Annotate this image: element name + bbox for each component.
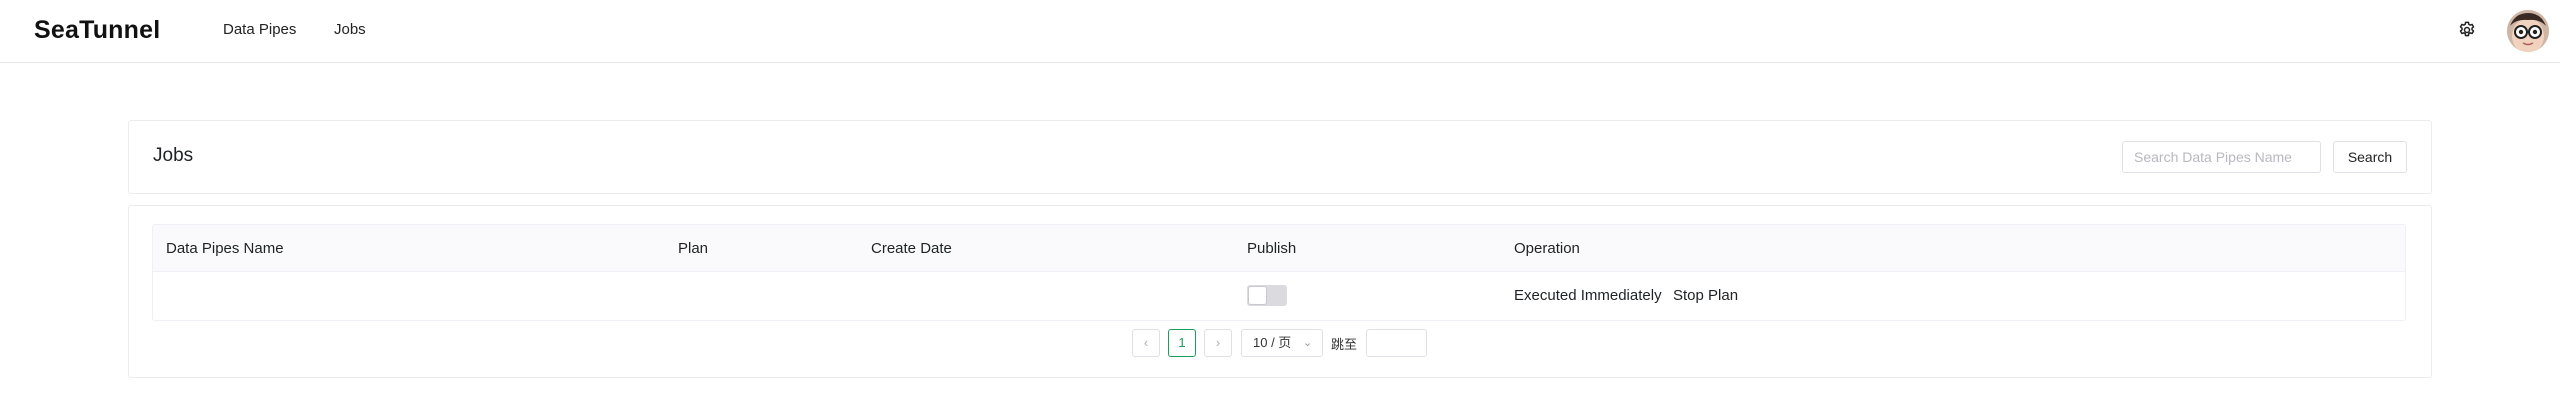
page-number-1[interactable]: 1 xyxy=(1168,329,1196,357)
jobs-header-card: Jobs xyxy=(128,120,2432,194)
search-button[interactable]: Search xyxy=(2333,141,2407,173)
page-size-select[interactable]: 10 / 页 ⌄ xyxy=(1241,329,1323,357)
column-header-publish: Publish xyxy=(1247,240,1297,257)
prev-page-button[interactable]: ‹ xyxy=(1132,329,1160,357)
search-input[interactable] xyxy=(2122,141,2321,173)
chevron-down-icon: ⌄ xyxy=(1303,337,1313,349)
jobs-table: Data Pipes Name Plan Create Date Publish… xyxy=(152,224,2406,321)
column-header-plan: Plan xyxy=(678,240,709,257)
page-title: Jobs xyxy=(153,145,194,166)
column-header-name: Data Pipes Name xyxy=(166,240,284,257)
table-header: Data Pipes Name Plan Create Date Publish… xyxy=(153,225,2405,272)
avatar[interactable] xyxy=(2507,10,2549,52)
column-header-operation: Operation xyxy=(1514,240,1580,257)
execute-immediately-link[interactable]: Executed Immediately xyxy=(1514,287,1662,304)
stop-plan-link[interactable]: Stop Plan xyxy=(1673,287,1738,304)
app-logo[interactable]: SeaTunnel xyxy=(34,16,160,45)
publish-toggle[interactable] xyxy=(1247,285,1287,306)
gear-icon[interactable] xyxy=(2457,20,2477,40)
toggle-knob xyxy=(1248,286,1267,305)
top-navbar: SeaTunnel Data Pipes Jobs xyxy=(0,0,2560,63)
next-page-button[interactable]: › xyxy=(1204,329,1232,357)
table-row: Executed Immediately Stop Plan xyxy=(153,272,2405,320)
nav-jobs[interactable]: Jobs xyxy=(334,21,366,38)
nav-data-pipes[interactable]: Data Pipes xyxy=(223,21,296,38)
avatar-image xyxy=(2507,10,2549,52)
column-header-create-date: Create Date xyxy=(871,240,952,257)
goto-page-input[interactable] xyxy=(1366,329,1427,357)
goto-label: 跳至 xyxy=(1331,337,1358,352)
page-size-value: 10 / 页 xyxy=(1253,335,1292,350)
